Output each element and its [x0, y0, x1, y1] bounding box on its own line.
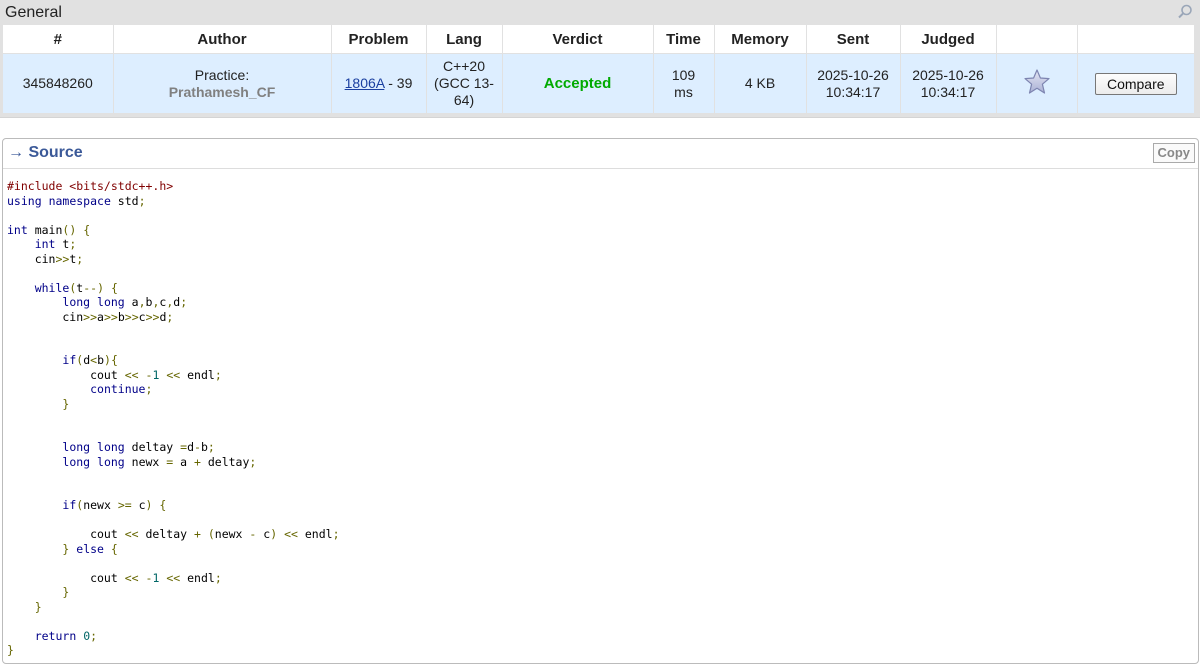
col-header-judged: Judged — [900, 25, 997, 54]
compare-cell: Compare — [1077, 53, 1194, 113]
verdict-cell: Accepted — [502, 53, 654, 113]
code-line: } — [62, 585, 70, 599]
submission-table: # Author Problem Lang Verdict Time Memor… — [3, 25, 1194, 113]
problem-link[interactable]: 1806A — [345, 75, 385, 91]
code-line: long long a,b,c,d; — [62, 295, 188, 309]
judged-cell: 2025-10-26 10:34:17 — [900, 53, 997, 113]
code-line: if(d<b){ — [62, 353, 118, 367]
verdict-accepted: Accepted — [543, 75, 612, 92]
col-header-compare — [1077, 25, 1194, 54]
time-cell: 109 ms — [653, 53, 715, 113]
problem-score: 39 — [396, 75, 413, 91]
code-line: int t; — [34, 237, 77, 251]
table-header-row: # Author Problem Lang Verdict Time Memor… — [3, 25, 1194, 54]
general-title: General — [5, 4, 62, 21]
favorite-cell — [996, 53, 1078, 113]
source-title[interactable]: → Source — [8, 144, 83, 162]
col-header-sent: Sent — [806, 25, 901, 54]
sent-cell: 2025-10-26 10:34:17 — [806, 53, 901, 113]
code-line: cout << -1 << endl; — [7, 367, 222, 382]
code-line: } — [34, 599, 42, 614]
source-header: → Source Copy — [3, 139, 1198, 169]
magnifier-icon[interactable] — [1176, 3, 1194, 21]
general-panel: General # Author Problem Lang Verdict Ti… — [0, 0, 1200, 118]
author-type: Practice: — [194, 66, 250, 83]
col-header-memory: Memory — [714, 25, 807, 54]
submission-id: 345848260 — [3, 53, 114, 113]
col-header-time: Time — [653, 25, 715, 54]
source-panel: → Source Copy #include <bits/stdc++.h> u… — [2, 138, 1199, 664]
col-header-problem: Problem — [331, 25, 427, 54]
code-line: while(t--) { — [34, 280, 118, 295]
code-line: #include <bits/stdc++.h> — [7, 179, 174, 193]
author-handle: Prathamesh_CF — [168, 83, 276, 100]
code-line: cout << deltay + (newx - c) << endl; — [7, 527, 340, 541]
code-line: int main() { — [7, 222, 91, 237]
col-header-author: Author — [113, 25, 332, 54]
code-line: cin>>a>>b>>c>>d; — [7, 309, 174, 324]
lang-cell: C++20 (GCC 13-64) — [426, 53, 503, 113]
copy-button[interactable]: Copy — [1152, 143, 1195, 163]
code-line: return 0; — [34, 628, 98, 643]
author-cell: Practice: Prathamesh_CF — [113, 53, 332, 113]
col-header-favorite — [996, 25, 1078, 54]
col-header-id: # — [3, 25, 114, 54]
code-line: long long deltay =d-b; — [62, 440, 215, 454]
code-line: } — [62, 396, 70, 411]
code-line: using namespace std; — [7, 193, 146, 208]
problem-separator: - — [384, 75, 397, 91]
code-line: long long newx = a + deltay; — [62, 454, 257, 469]
compare-button[interactable]: Compare — [1094, 72, 1177, 95]
problem-cell: 1806A - 39 — [331, 53, 427, 113]
code-line: cin>>t; — [7, 251, 84, 266]
star-icon[interactable] — [1023, 68, 1051, 96]
code-line: } — [7, 643, 14, 657]
memory-cell: 4 KB — [714, 53, 807, 113]
code-line: continue; — [90, 382, 153, 396]
col-header-lang: Lang — [426, 25, 503, 54]
time-value: 109 ms — [671, 66, 696, 100]
table-row: 345848260 Practice: Prathamesh_CF 1806A … — [3, 53, 1194, 113]
code-line: if(newx >= c) { — [62, 498, 167, 512]
code-line: } else { — [62, 541, 118, 556]
col-header-verdict: Verdict — [502, 25, 654, 54]
source-code[interactable]: #include <bits/stdc++.h> using namespace… — [7, 179, 340, 658]
code-line: cout << -1 << endl; — [7, 570, 222, 585]
